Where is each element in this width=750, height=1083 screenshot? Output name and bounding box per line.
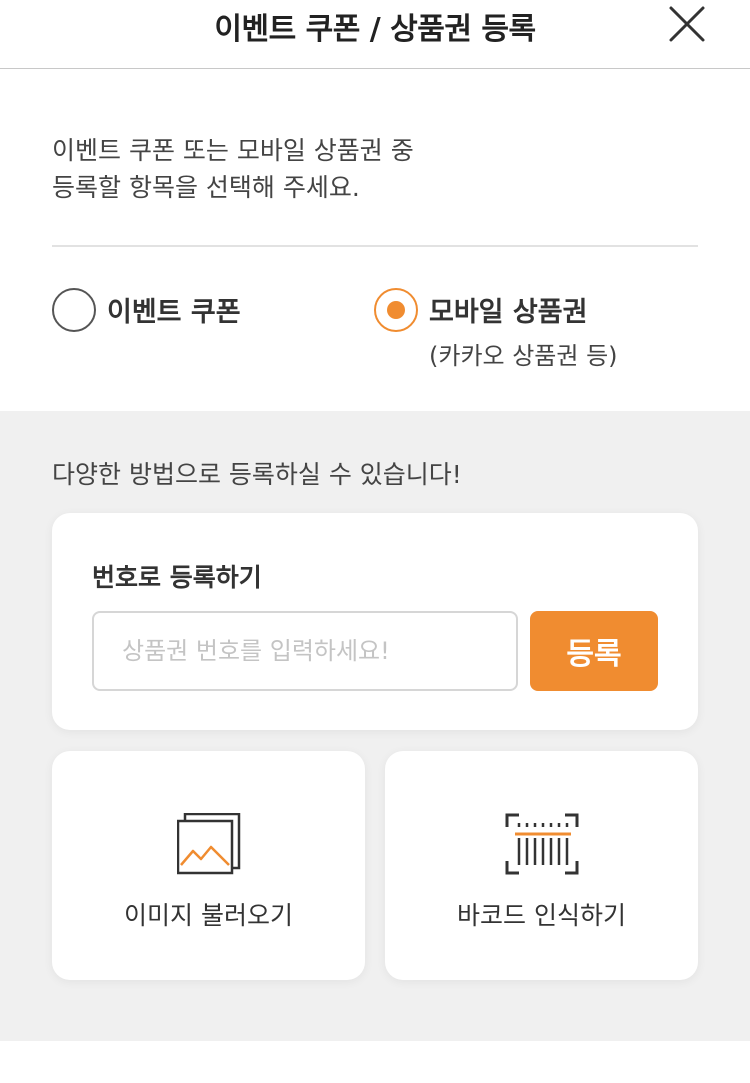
scan-barcode-label: 바코드 인식하기: [457, 901, 626, 930]
barcode-scan-icon: [505, 813, 579, 875]
radio-sublabel-mobile-gift-card: (카카오 상품권 등): [429, 342, 618, 370]
register-button[interactable]: 등록: [530, 611, 658, 691]
close-icon: [669, 6, 705, 42]
intro-line-2: 등록할 항목을 선택해 주세요.: [52, 173, 360, 202]
close-button[interactable]: [668, 5, 706, 43]
header: 이벤트 쿠폰 / 상품권 등록: [0, 0, 750, 69]
intro-text: 이벤트 쿠폰 또는 모바일 상품권 중 등록할 항목을 선택해 주세요.: [52, 132, 692, 206]
radio-label-mobile-gift-card: 모바일 상품권: [429, 297, 588, 328]
gift-card-number-input[interactable]: [92, 611, 518, 691]
radio-label-event-coupon: 이벤트 쿠폰: [107, 297, 241, 328]
load-image-label: 이미지 불러오기: [124, 901, 293, 930]
radio-button-event-coupon[interactable]: [52, 288, 96, 332]
radio-selected-dot: [387, 301, 405, 319]
page-title: 이벤트 쿠폰 / 상품권 등록: [214, 12, 536, 47]
register-by-number-card: 번호로 등록하기 등록: [52, 513, 698, 730]
image-gallery-icon: [176, 813, 241, 875]
radio-option-mobile-gift-card[interactable]: 모바일 상품권 (카카오 상품권 등): [374, 288, 674, 372]
load-image-button[interactable]: 이미지 불러오기: [52, 751, 365, 980]
divider: [52, 245, 698, 247]
scan-barcode-button[interactable]: 바코드 인식하기: [385, 751, 698, 980]
register-by-number-title: 번호로 등록하기: [92, 563, 262, 592]
intro-line-1: 이벤트 쿠폰 또는 모바일 상품권 중: [52, 136, 414, 165]
radio-button-mobile-gift-card[interactable]: [374, 288, 418, 332]
methods-hint: 다양한 방법으로 등록하실 수 있습니다!: [52, 460, 462, 489]
radio-option-event-coupon[interactable]: 이벤트 쿠폰: [52, 288, 312, 338]
